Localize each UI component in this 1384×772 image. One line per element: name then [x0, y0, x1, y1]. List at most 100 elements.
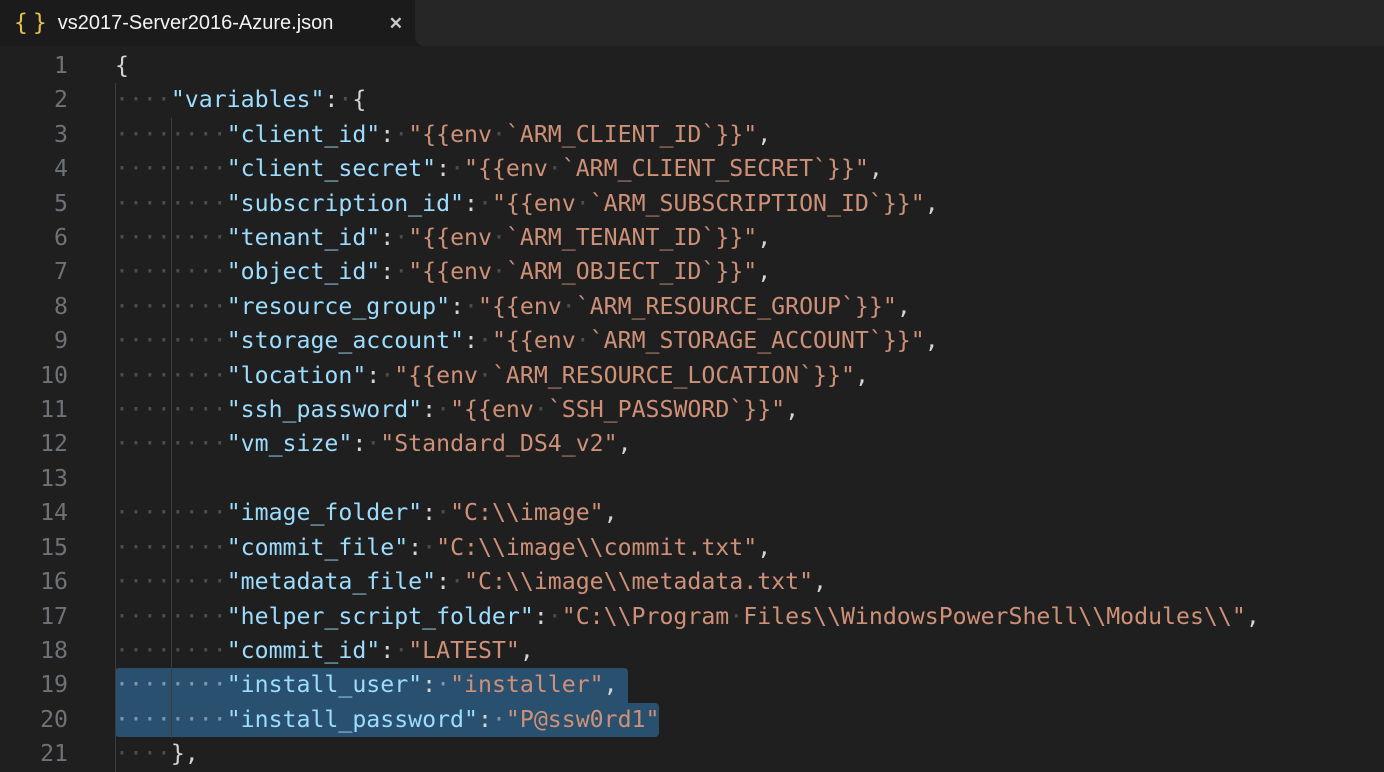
line-number: 3 — [0, 118, 90, 152]
whitespace-dots: ········ — [115, 396, 227, 423]
code-editor[interactable]: 123456789101112131415161718192021 {····"… — [0, 46, 1384, 772]
json-punctuation: : — [464, 327, 478, 354]
json-punctuation: , — [757, 258, 771, 285]
json-key: "resource_group" — [227, 293, 450, 320]
json-string-value: "installer" — [450, 671, 604, 698]
json-punctuation: : — [380, 224, 394, 251]
json-key: "variables" — [171, 86, 325, 113]
code-line[interactable]: ········"metadata_file":·"C:\\image\\met… — [115, 565, 1384, 599]
json-punctuation: : — [436, 568, 450, 595]
json-string-value: `ARM_CLIENT_SECRET`}}" — [562, 155, 869, 182]
json-punctuation: : — [408, 534, 422, 561]
line-number: 21 — [0, 737, 90, 771]
whitespace-dots: · — [478, 190, 492, 217]
whitespace-dots: · — [562, 293, 576, 320]
code-line[interactable]: ········"commit_file":·"C:\\image\\commi… — [115, 531, 1384, 565]
whitespace-dots: ········ — [115, 534, 227, 561]
whitespace-dots: · — [576, 327, 590, 354]
whitespace-dots: · — [450, 568, 464, 595]
whitespace-dots: ···· — [115, 740, 171, 767]
json-string-value: `SSH_PASSWORD`}}" — [548, 396, 785, 423]
whitespace-dots: ········ — [115, 121, 227, 148]
whitespace-dots: ········ — [115, 430, 227, 457]
line-number: 9 — [0, 324, 90, 358]
json-punctuation: , — [618, 430, 632, 457]
whitespace-dots: · — [450, 155, 464, 182]
tab-bar: {} vs2017-Server2016-Azure.json ✕ — [0, 0, 1384, 46]
json-punctuation: , — [925, 327, 939, 354]
code-line[interactable]: ····"variables":·{ — [115, 83, 1384, 117]
json-key: "storage_account" — [227, 327, 464, 354]
code-line[interactable]: ········"client_secret":·"{{env·`ARM_CLI… — [115, 152, 1384, 186]
code-line[interactable]: ········"helper_script_folder":·"C:\\Pro… — [115, 600, 1384, 634]
json-punctuation: , — [604, 671, 618, 698]
whitespace-dots: ········ — [115, 293, 227, 320]
tab-title: vs2017-Server2016-Azure.json — [58, 12, 334, 35]
json-key: "object_id" — [227, 258, 381, 285]
json-punctuation: , — [757, 121, 771, 148]
json-key: "commit_file" — [227, 534, 408, 561]
code-line[interactable]: ········"install_user":·"installer", — [115, 668, 1384, 702]
json-punctuation: { — [352, 86, 366, 113]
code-line[interactable]: ········"object_id":·"{{env·`ARM_OBJECT_… — [115, 255, 1384, 289]
json-string-value: "{{env — [478, 293, 562, 320]
line-number: 18 — [0, 634, 90, 668]
line-number: 11 — [0, 393, 90, 427]
code-line[interactable]: ····}, — [115, 737, 1384, 771]
json-punctuation: , — [897, 293, 911, 320]
whitespace-dots: ········ — [115, 224, 227, 251]
whitespace-dots: ········ — [115, 603, 227, 630]
json-string-value: `ARM_RESOURCE_LOCATION`}}" — [492, 362, 855, 389]
whitespace-dots: · — [394, 258, 408, 285]
code-line[interactable]: ········"commit_id":·"LATEST", — [115, 634, 1384, 668]
json-key: "helper_script_folder" — [227, 603, 534, 630]
whitespace-dots: · — [548, 155, 562, 182]
whitespace-dots: · — [492, 706, 506, 733]
selected-text: ········"install_user":·"installer", — [115, 668, 628, 702]
json-key: "commit_id" — [227, 637, 381, 664]
code-line[interactable]: ········"subscription_id":·"{{env·`ARM_S… — [115, 187, 1384, 221]
code-line[interactable]: ········"ssh_password":·"{{env·`SSH_PASS… — [115, 393, 1384, 427]
whitespace-dots: ········ — [115, 706, 227, 733]
code-line[interactable]: ········"vm_size":·"Standard_DS4_v2", — [115, 427, 1384, 461]
code-line[interactable]: ········"location":·"{{env·`ARM_RESOURCE… — [115, 359, 1384, 393]
json-string-value: "P@ssw0rd1" — [506, 706, 660, 733]
json-string-value: "{{env — [408, 224, 492, 251]
whitespace-dots: ···· — [115, 86, 171, 113]
json-string-value: "{{env — [394, 362, 478, 389]
json-string-value: `ARM_TENANT_ID`}}" — [506, 224, 757, 251]
json-string-value: "C:\\Program — [562, 603, 730, 630]
json-key: "ssh_password" — [227, 396, 422, 423]
whitespace-dots: · — [492, 121, 506, 148]
json-string-value: Files\\WindowsPowerShell\\Modules\\" — [743, 603, 1246, 630]
code-line[interactable] — [115, 462, 1384, 496]
code-line[interactable]: ········"resource_group":·"{{env·`ARM_RE… — [115, 290, 1384, 324]
json-punctuation: , — [1246, 603, 1260, 630]
code-line[interactable]: ········"client_id":·"{{env·`ARM_CLIENT_… — [115, 118, 1384, 152]
json-punctuation: , — [785, 396, 799, 423]
whitespace-dots: · — [548, 603, 562, 630]
code-line[interactable]: ········"image_folder":·"C:\\image", — [115, 496, 1384, 530]
code-line[interactable]: { — [115, 49, 1384, 83]
code-line[interactable]: ········"install_password":·"P@ssw0rd1" — [115, 703, 1384, 737]
close-icon[interactable]: ✕ — [389, 15, 403, 32]
json-punctuation: , — [813, 568, 827, 595]
line-number: 12 — [0, 427, 90, 461]
json-icon-open-brace: { — [14, 12, 28, 35]
tab-vs2017-server2016-azure-json[interactable]: {} vs2017-Server2016-Azure.json ✕ — [0, 0, 415, 46]
code-line[interactable]: ········"storage_account":·"{{env·`ARM_S… — [115, 324, 1384, 358]
json-string-value: `ARM_STORAGE_ACCOUNT`}}" — [590, 327, 925, 354]
code-lines[interactable]: {····"variables":·{········"client_id":·… — [90, 49, 1384, 772]
whitespace-dots: · — [436, 396, 450, 423]
line-number: 7 — [0, 255, 90, 289]
whitespace-dots: · — [436, 499, 450, 526]
line-number: 8 — [0, 290, 90, 324]
code-line[interactable]: ········"tenant_id":·"{{env·`ARM_TENANT_… — [115, 221, 1384, 255]
json-string-value: `ARM_CLIENT_ID`}}" — [506, 121, 757, 148]
whitespace-dots: ········ — [115, 190, 227, 217]
json-icon-close-brace: } — [33, 12, 47, 35]
json-string-value: "{{env — [492, 327, 576, 354]
json-braces-icon: {} — [14, 12, 47, 35]
json-punctuation: : — [380, 637, 394, 664]
json-punctuation: : — [464, 190, 478, 217]
